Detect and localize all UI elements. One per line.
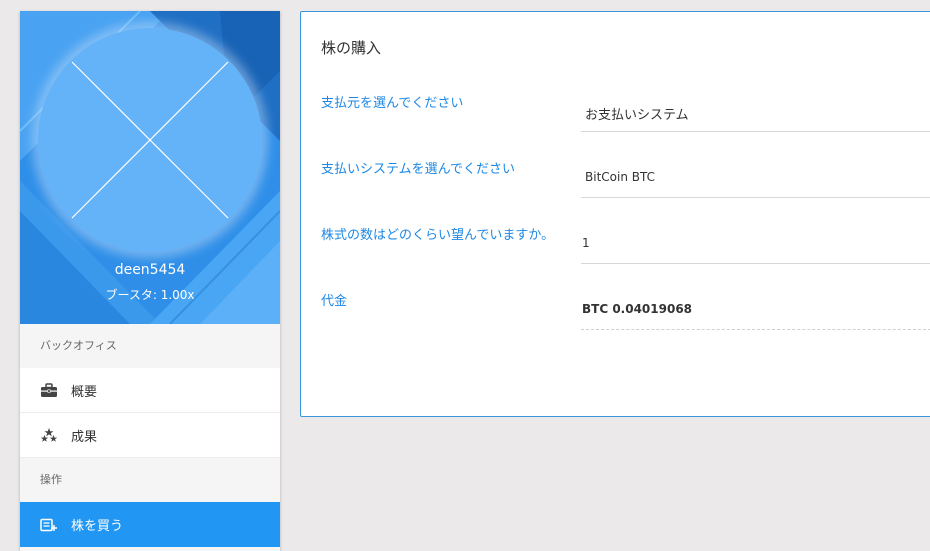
sidebar-item-buy-shares[interactable]: 株を買う xyxy=(20,502,280,547)
payment-source-row: 支払元を選んでください お支払いシステム xyxy=(301,92,930,132)
payment-system-value: BitCoin BTC xyxy=(585,170,655,184)
payment-source-select[interactable]: お支払いシステム xyxy=(581,92,930,132)
payment-system-row: 支払いシステムを選んでください BitCoin BTC xyxy=(301,158,930,198)
avatar[interactable] xyxy=(38,28,262,252)
sidebar-item-results[interactable]: 成果 xyxy=(20,413,280,458)
section-label-back-office: バックオフィス xyxy=(20,324,280,368)
payment-system-label: 支払いシステムを選んでください xyxy=(321,162,515,177)
payment-source-label: 支払元を選んでください xyxy=(321,96,464,111)
username: deen5454 xyxy=(114,262,186,278)
briefcase-icon xyxy=(40,381,58,399)
price-value: BTC 0.04019068 xyxy=(582,302,693,316)
share-count-input[interactable]: 1 xyxy=(581,224,930,264)
cart-icon xyxy=(40,516,58,534)
share-count-value: 1 xyxy=(582,236,590,250)
booster-value: ブースタ: 1.00x xyxy=(105,288,195,302)
share-count-row: 株式の数はどのくらい望んでいますか。 1 xyxy=(301,224,930,264)
page-title: 株の購入 xyxy=(321,39,382,57)
stars-icon xyxy=(40,426,58,444)
price-field: BTC 0.04019068 xyxy=(581,290,930,330)
section-label-operations: 操作 xyxy=(20,458,280,502)
sidebar-item-label: 株を買う xyxy=(71,519,124,534)
avatar-placeholder-icon xyxy=(71,61,229,219)
payment-source-value: お支払いシステム xyxy=(585,108,689,123)
sidebar: deen5454 ブースタ: 1.00x バックオフィス 概要 成果 操作 株を… xyxy=(20,11,280,551)
share-count-label: 株式の数はどのくらい望んでいますか。 xyxy=(321,228,555,243)
sidebar-item-label: 成果 xyxy=(71,429,98,445)
profile-header: deen5454 ブースタ: 1.00x xyxy=(20,11,280,324)
sidebar-item-label: 概要 xyxy=(71,384,98,400)
price-label: 代金 xyxy=(321,294,348,309)
sidebar-item-overview[interactable]: 概要 xyxy=(20,368,280,413)
price-row: 代金 BTC 0.04019068 xyxy=(301,290,930,330)
purchase-card: 株の購入 支払元を選んでください お支払いシステム 支払いシステムを選んでくださ… xyxy=(300,11,930,417)
payment-system-select[interactable]: BitCoin BTC xyxy=(581,158,930,198)
